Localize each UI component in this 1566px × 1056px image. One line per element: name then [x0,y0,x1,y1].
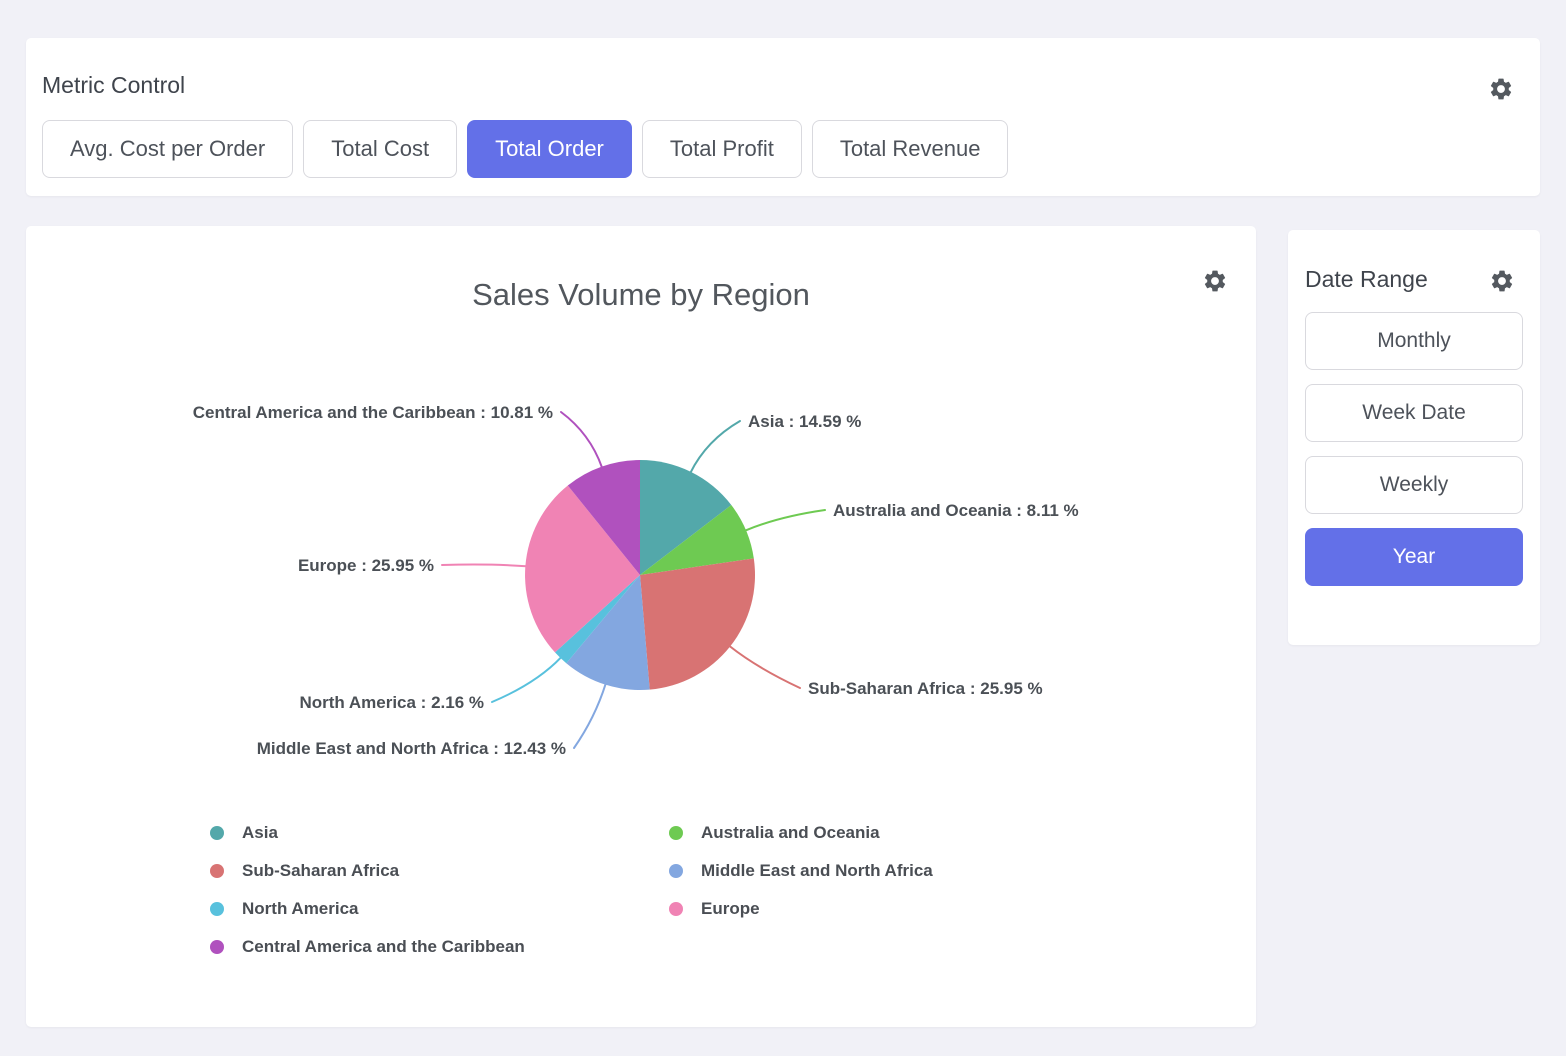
date-range-button-week-date[interactable]: Week Date [1305,384,1523,442]
pie-label-line-central-america-and-the-caribbean [561,412,602,468]
legend-item-sub-saharan-africa[interactable]: Sub-Saharan Africa [210,860,669,882]
legend-label: Sub-Saharan Africa [242,861,399,881]
pie-label-asia: Asia : 14.59 % [748,412,861,431]
metric-buttons: Avg. Cost per Order Total Cost Total Ord… [42,120,1018,178]
date-range-buttons: Monthly Week Date Weekly Year [1305,312,1523,586]
legend-marker [210,826,224,840]
pie-label-line-australia-and-oceania [745,510,825,531]
legend-label: Australia and Oceania [701,823,880,843]
legend-label: Middle East and North Africa [701,861,933,881]
pie-label-line-middle-east-and-north-africa [574,684,606,748]
legend-item-middle-east-and-north-africa[interactable]: Middle East and North Africa [669,860,933,882]
legend-marker [669,864,683,878]
metric-button-total-cost[interactable]: Total Cost [303,120,457,178]
legend-column-2: Australia and Oceania Middle East and No… [669,822,933,958]
legend-label: Europe [701,899,760,919]
legend-item-australia-and-oceania[interactable]: Australia and Oceania [669,822,933,844]
legend-label: Central America and the Caribbean [242,937,525,957]
legend-marker [210,940,224,954]
legend-marker [210,864,224,878]
pie-label-line-north-america [492,657,561,702]
legend-marker [669,826,683,840]
legend-item-europe[interactable]: Europe [669,898,933,920]
legend-label: Asia [242,823,278,843]
pie-label-north-america: North America : 2.16 % [299,693,484,712]
pie-label-line-europe [442,565,526,567]
settings-gear-icon[interactable] [1489,268,1515,294]
legend-item-north-america[interactable]: North America [210,898,669,920]
metric-button-total-order[interactable]: Total Order [467,120,632,178]
pie-slice-sub-saharan-africa[interactable] [640,558,755,689]
pie-label-central-america-and-the-caribbean: Central America and the Caribbean : 10.8… [193,403,553,422]
chart-legend: Asia Sub-Saharan Africa North America Ce… [210,822,933,958]
metric-button-avg-cost-per-order[interactable]: Avg. Cost per Order [42,120,293,178]
pie-label-line-sub-saharan-africa [729,646,800,688]
legend-item-central-america-and-the-caribbean[interactable]: Central America and the Caribbean [210,936,669,958]
date-range-button-weekly[interactable]: Weekly [1305,456,1523,514]
metric-button-total-profit[interactable]: Total Profit [642,120,802,178]
pie-label-middle-east-and-north-africa: Middle East and North Africa : 12.43 % [257,739,566,758]
legend-column-1: Asia Sub-Saharan Africa North America Ce… [210,822,669,958]
legend-item-asia[interactable]: Asia [210,822,669,844]
date-range-button-year[interactable]: Year [1305,528,1523,586]
legend-marker [669,902,683,916]
metric-control-panel: Metric Control Avg. Cost per Order Total… [26,38,1540,196]
date-range-button-monthly[interactable]: Monthly [1305,312,1523,370]
legend-label: North America [242,899,359,919]
sales-volume-chart-panel: Sales Volume by Region Asia : 14.59 %Aus… [26,226,1256,1027]
metric-button-total-revenue[interactable]: Total Revenue [812,120,1009,178]
pie-label-australia-and-oceania: Australia and Oceania : 8.11 % [833,501,1079,520]
legend-marker [210,902,224,916]
metric-control-title: Metric Control [42,72,185,99]
date-range-panel: Date Range Monthly Week Date Weekly Year [1288,230,1540,645]
settings-gear-icon[interactable] [1488,76,1514,102]
date-range-title: Date Range [1305,266,1428,293]
pie-label-sub-saharan-africa: Sub-Saharan Africa : 25.95 % [808,679,1043,698]
pie-label-europe: Europe : 25.95 % [298,556,434,575]
pie-label-line-asia [690,421,740,473]
